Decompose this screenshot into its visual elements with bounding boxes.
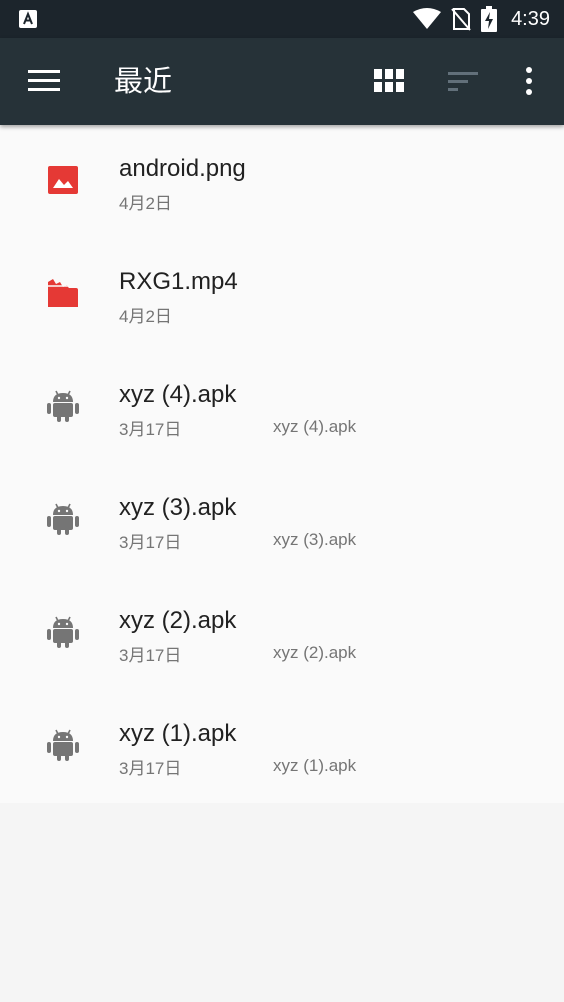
list-item[interactable]: xyz (4).apk 3月17日 xyz (4).apk — [0, 351, 564, 464]
status-bar: 4:39 — [0, 0, 564, 38]
video-icon — [48, 279, 78, 307]
android-icon — [47, 390, 79, 422]
list-item[interactable]: xyz (2).apk 3月17日 xyz (2).apk — [0, 577, 564, 690]
file-name: RXG1.mp4 — [119, 268, 238, 295]
list-item[interactable]: xyz (3).apk 3月17日 xyz (3).apk — [0, 464, 564, 577]
file-name: xyz (1).apk — [119, 720, 237, 747]
file-date: 4月2日 — [119, 307, 172, 326]
file-name: xyz (2).apk — [119, 607, 237, 634]
file-summary: xyz (3).apk — [273, 530, 357, 549]
file-name: xyz (3).apk — [119, 494, 237, 521]
no-sim-icon — [451, 8, 471, 31]
file-date: 4月2日 — [119, 194, 172, 213]
android-icon — [47, 616, 79, 648]
page-title: 最近 — [114, 66, 173, 98]
more-vert-icon[interactable] — [520, 66, 538, 96]
battery-charging-icon — [481, 6, 498, 32]
recent-files-list: android.png 4月2日 RXG1.mp4 4月2日 xyz (4).a… — [0, 125, 564, 803]
status-time: 4:39 — [511, 7, 550, 30]
file-name: android.png — [119, 155, 246, 182]
wifi-icon — [413, 8, 442, 29]
android-icon — [47, 503, 79, 535]
android-icon — [47, 729, 79, 761]
grid-view-icon[interactable] — [374, 69, 404, 93]
list-item[interactable]: xyz (1).apk 3月17日 xyz (1).apk — [0, 690, 564, 803]
file-date: 3月17日 — [119, 646, 182, 665]
file-summary: xyz (4).apk — [273, 417, 357, 436]
app-bar: 最近 — [0, 38, 564, 125]
file-summary: xyz (2).apk — [273, 643, 357, 662]
file-date: 3月17日 — [119, 533, 182, 552]
app-notification-icon — [19, 10, 37, 28]
file-name: xyz (4).apk — [119, 381, 237, 408]
file-summary: xyz (1).apk — [273, 756, 357, 775]
list-item[interactable]: RXG1.mp4 4月2日 — [0, 238, 564, 351]
list-item[interactable]: android.png 4月2日 — [0, 125, 564, 238]
file-date: 3月17日 — [119, 759, 182, 778]
sort-icon[interactable] — [448, 71, 480, 93]
image-icon — [48, 166, 78, 194]
menu-icon[interactable] — [28, 68, 60, 94]
file-date: 3月17日 — [119, 420, 182, 439]
